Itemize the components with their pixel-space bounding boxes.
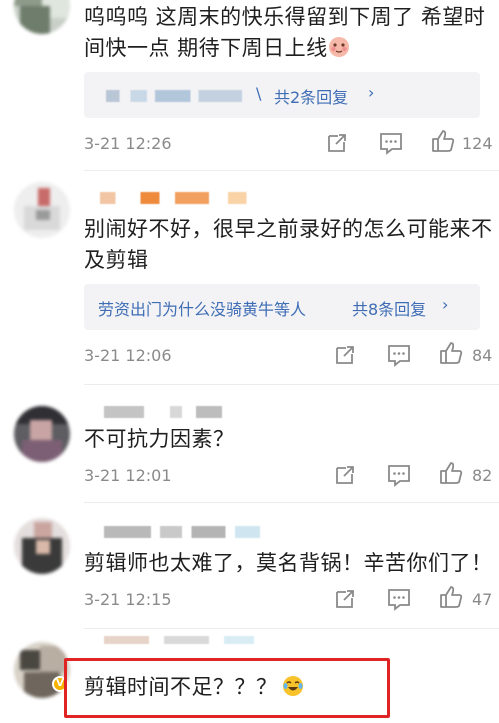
like-count: 124 [462, 134, 493, 153]
blush-emoji [328, 37, 349, 57]
comment-text-line: 间快一点 期待下周日上线 [84, 33, 485, 64]
blurred-usernames [106, 90, 242, 102]
like-icon[interactable] [438, 460, 464, 486]
avatar[interactable] [14, 182, 70, 238]
comment-time: 3-21 12:01 [84, 466, 172, 485]
reply-usernames[interactable]: 劳资出门为什么没骑黄牛等人 [98, 296, 306, 320]
comment-text: 呜呜呜 这周末的快乐得留到下周了 希望时 间快一点 期待下周日上线 [84, 2, 485, 64]
reply-count[interactable]: 共2条回复 [274, 84, 348, 108]
comment-icon[interactable] [386, 586, 412, 612]
comment-icon[interactable] [378, 130, 404, 156]
reply-separator: \ [256, 84, 262, 103]
comment-time: 3-21 12:06 [84, 346, 172, 365]
comment-text-line: 不可抗力因素？ [84, 427, 235, 451]
comment-text-line: 呜呜呜 这周末的快乐得留到下周了 希望时 [84, 5, 486, 29]
comment-time: 3-21 12:15 [84, 590, 172, 609]
like-count: 82 [472, 466, 493, 485]
like-count: 47 [472, 590, 493, 609]
chevron-right-icon: › [368, 83, 375, 102]
comment-icon[interactable] [386, 462, 412, 488]
avatar[interactable] [14, 406, 70, 462]
comment-icon[interactable] [386, 342, 412, 368]
share-icon[interactable] [332, 342, 358, 368]
chevron-right-icon: › [442, 295, 449, 314]
like-count: 84 [472, 346, 493, 365]
reply-preview[interactable]: \ 共2条回复 › [84, 72, 480, 118]
share-icon[interactable] [324, 130, 350, 156]
avatar[interactable] [14, 518, 70, 574]
share-icon[interactable] [332, 586, 358, 612]
divider [84, 384, 499, 385]
reply-count[interactable]: 共8条回复 [352, 296, 426, 320]
comment-text-line: 剪辑师也太难了，莫名背锅！辛苦你们了！ [84, 551, 493, 575]
like-icon[interactable] [438, 584, 464, 610]
divider [84, 502, 499, 503]
highlight-box [64, 658, 390, 718]
share-icon[interactable] [332, 462, 358, 488]
comment-text: 别闹好不好，很早之前录好的怎么可能来不 及剪辑 [84, 214, 493, 276]
blurred-username [104, 636, 254, 644]
comment-text-line: 及剪辑 [84, 248, 149, 272]
comment-text-line: 别闹好不好，很早之前录好的怎么可能来不 [84, 217, 493, 241]
blurred-username [104, 526, 260, 538]
blurred-username [104, 406, 222, 418]
divider [84, 628, 499, 629]
like-icon[interactable] [438, 340, 464, 366]
divider [84, 170, 499, 171]
reply-preview[interactable]: 劳资出门为什么没骑黄牛等人 共8条回复 › [84, 284, 480, 330]
comment-time: 3-21 12:26 [84, 134, 172, 153]
comment-text: 剪辑师也太难了，莫名背锅！辛苦你们了！ [84, 548, 493, 579]
avatar[interactable] [14, 0, 70, 34]
like-icon[interactable] [430, 128, 456, 154]
blurred-username [100, 192, 256, 204]
comment-text: 不可抗力因素？ [84, 424, 235, 455]
